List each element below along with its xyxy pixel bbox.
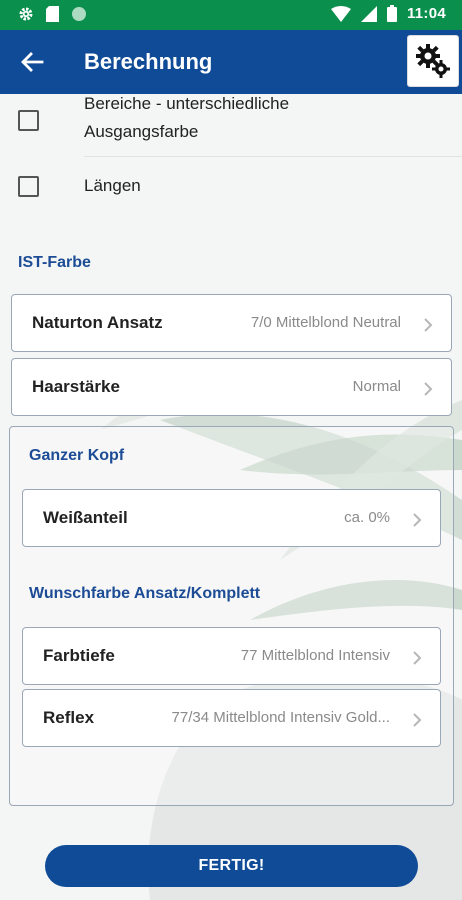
row-weissanteil[interactable]: Weißanteil ca. 0% xyxy=(22,489,441,547)
checkbox-label-line2: Ausgangsfarbe xyxy=(84,122,199,141)
arrow-left-icon[interactable] xyxy=(18,48,46,76)
gears-icon xyxy=(416,44,450,78)
row-value: 77/34 Mittelblond Intensiv Gold... xyxy=(171,709,390,726)
chevron-right-icon xyxy=(413,713,422,727)
wifi-icon xyxy=(330,5,351,22)
row-farbtiefe[interactable]: Farbtiefe 77 Mittelblond Intensiv xyxy=(22,627,441,685)
row-label: Reflex xyxy=(43,708,95,727)
row-value: 77 Mittelblond Intensiv xyxy=(240,647,390,664)
done-button[interactable]: FERTIG! xyxy=(45,845,418,887)
status-time: 11:04 xyxy=(406,5,446,22)
checkbox-laengen[interactable] xyxy=(18,176,39,197)
row-value: 7/0 Mittelblond Neutral xyxy=(250,314,401,331)
chevron-right-icon xyxy=(413,651,422,665)
section-heading-wunschfarbe: Wunschfarbe Ansatz/Komplett xyxy=(29,585,261,602)
row-reflex[interactable]: Reflex 77/34 Mittelblond Intensiv Gold..… xyxy=(22,689,441,747)
row-label: Naturton Ansatz xyxy=(32,313,163,332)
signal-icon xyxy=(360,5,377,22)
checkbox-label-line1: Bereiche - unterschiedliche xyxy=(84,94,290,113)
chevron-right-icon xyxy=(413,513,422,527)
row-value: ca. 0% xyxy=(344,509,390,526)
row-label: Weißanteil xyxy=(43,508,128,527)
row-haarstaerke[interactable]: Haarstärke Normal xyxy=(11,358,452,416)
checkbox-label-bereiche: Bereiche - unterschiedliche Ausgangsfarb… xyxy=(84,90,289,146)
page-title: Berechnung xyxy=(84,49,213,74)
section-heading-ganzer-kopf: Ganzer Kopf xyxy=(29,447,125,464)
sd-card-icon xyxy=(46,6,59,22)
checkbox-row-bereiche[interactable]: Bereiche - unterschiedliche Ausgangsfarb… xyxy=(0,94,462,158)
battery-icon xyxy=(386,5,397,22)
row-label: Haarstärke xyxy=(32,377,120,396)
row-label: Farbtiefe xyxy=(43,646,115,665)
row-naturton-ansatz[interactable]: Naturton Ansatz 7/0 Mittelblond Neutral xyxy=(11,294,452,352)
settings-button[interactable] xyxy=(407,35,459,87)
checkbox-label-laengen: Längen xyxy=(84,176,141,195)
section-heading-ist-farbe: IST-Farbe xyxy=(18,254,91,271)
circle-icon xyxy=(72,7,86,21)
gear-icon xyxy=(19,7,33,21)
chevron-right-icon xyxy=(424,382,433,396)
checkbox-bereiche[interactable] xyxy=(18,110,39,131)
row-value: Normal xyxy=(352,378,401,395)
divider xyxy=(84,156,462,157)
status-bar: 11:04 xyxy=(0,0,462,30)
checkbox-row-laengen[interactable]: Längen xyxy=(0,164,462,208)
chevron-right-icon xyxy=(424,318,433,332)
app-bar: Berechnung xyxy=(0,30,462,94)
group-ganzer-kopf: Ganzer Kopf Weißanteil ca. 0% Wunschfarb… xyxy=(9,426,454,806)
calculation-form: Bereiche - unterschiedliche Ausgangsfarb… xyxy=(0,94,462,900)
